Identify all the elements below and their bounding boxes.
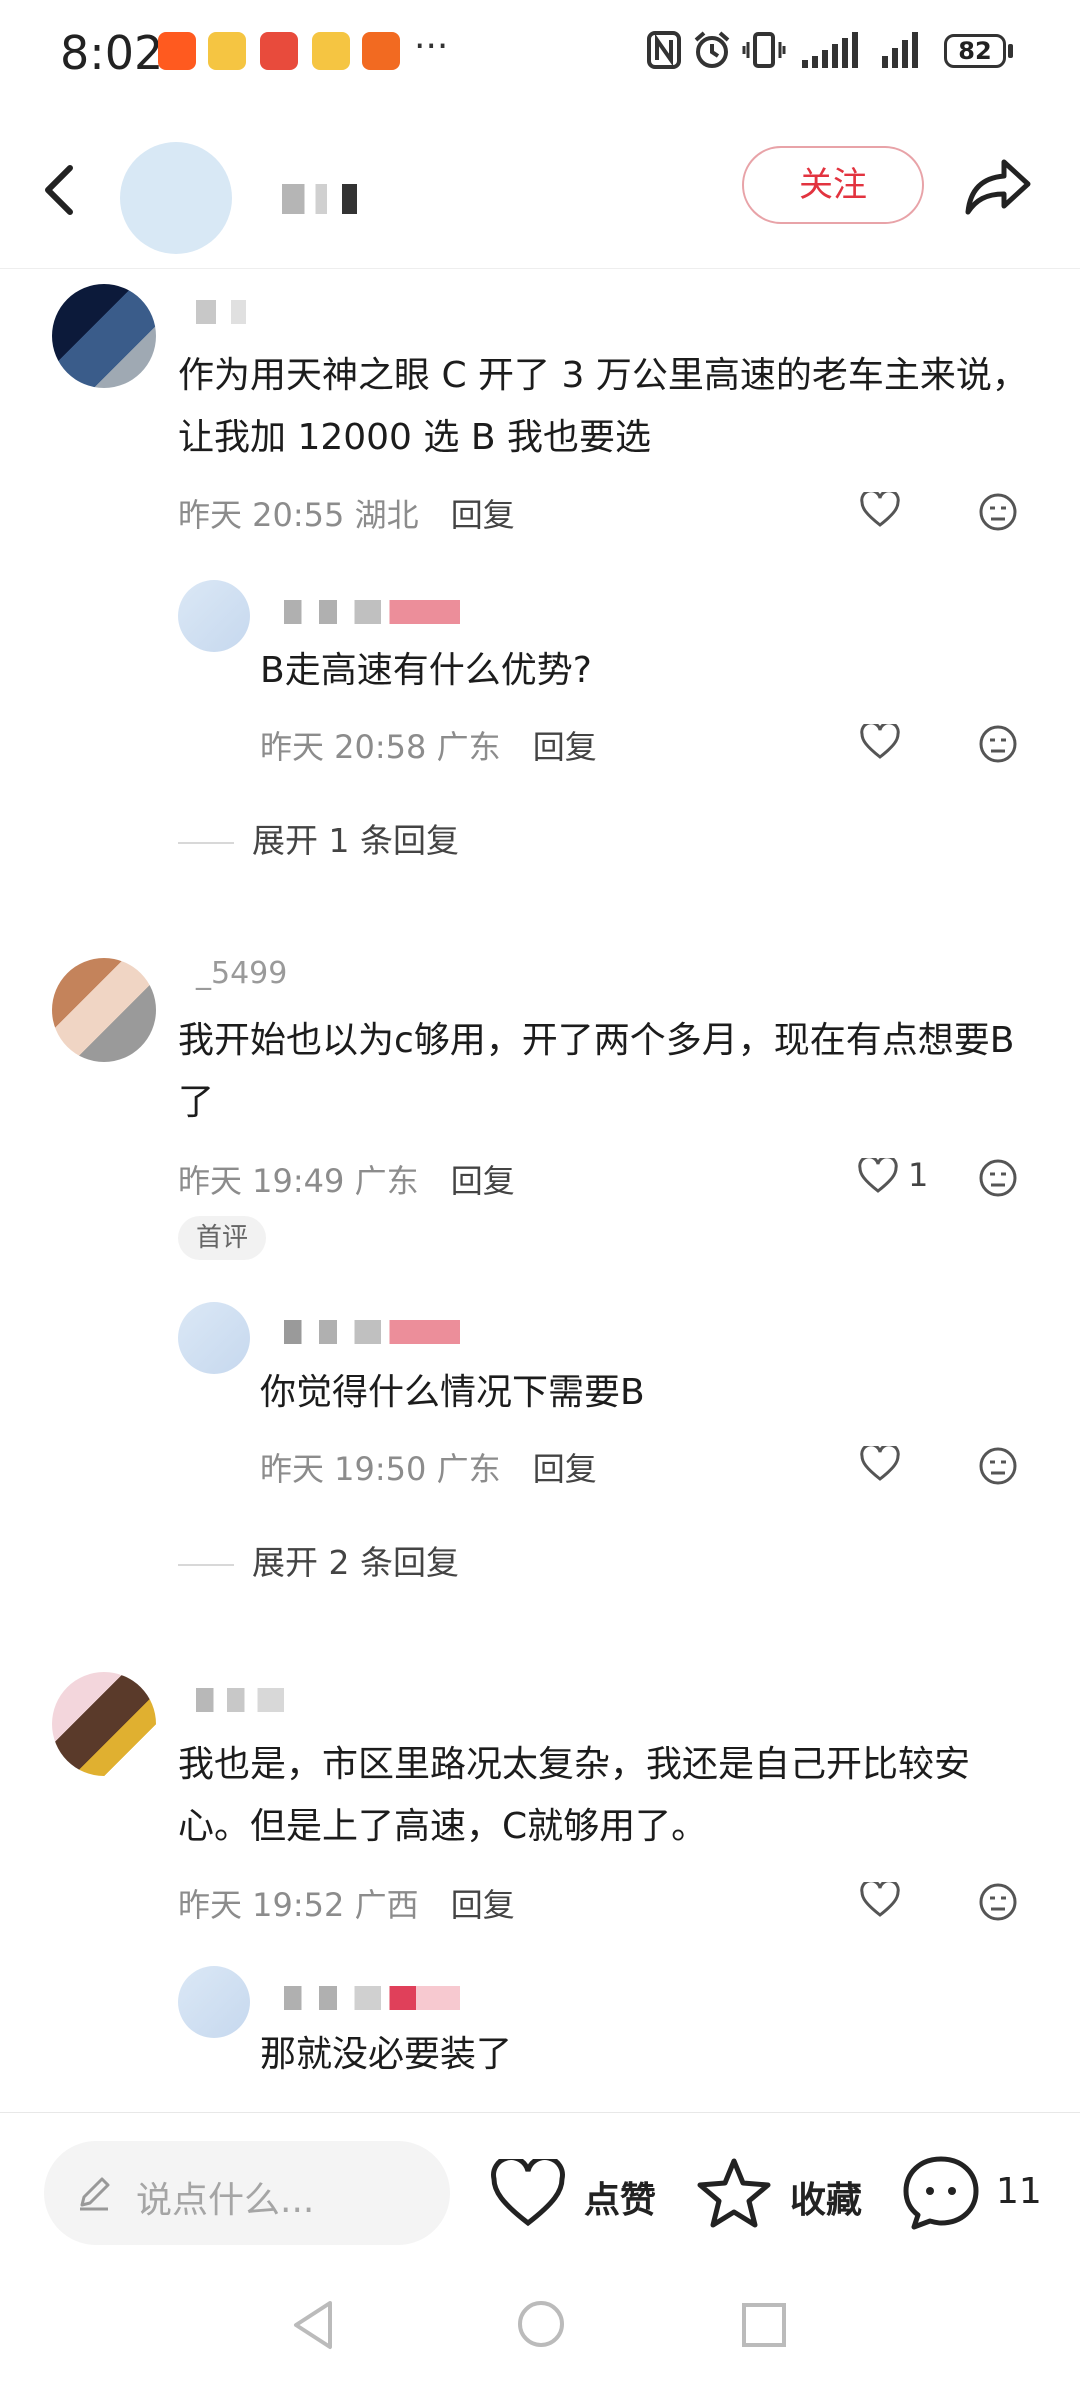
reply-name-redacted <box>284 600 460 624</box>
orange-app-icon <box>362 32 400 70</box>
commenter-avatar[interactable] <box>52 958 156 1062</box>
reply-name-redacted <box>284 1320 460 1344</box>
heart-icon[interactable] <box>860 1882 900 1918</box>
heart-icon[interactable] <box>490 2159 566 2229</box>
reply-button[interactable]: 回复 <box>451 1162 515 1200</box>
commenter-avatar[interactable] <box>52 1672 156 1776</box>
reply-button[interactable]: 回复 <box>451 496 515 534</box>
like-count: 1 <box>908 1156 929 1194</box>
comment-bubble-icon[interactable] <box>902 2155 980 2231</box>
reply-time: 昨天 19:50 <box>260 1450 427 1488</box>
battery-tip <box>1008 44 1013 58</box>
nav-recent-icon[interactable] <box>740 2301 788 2349</box>
comment-meta: 昨天 19:52 广西 回复 <box>178 1880 515 1926</box>
expand-replies-button[interactable]: 展开 1 条回复 <box>178 814 459 862</box>
nfc-icon <box>647 31 681 69</box>
heart-icon[interactable] <box>858 1158 898 1194</box>
reply-button[interactable]: 回复 <box>533 728 597 766</box>
dislike-face-icon[interactable] <box>978 492 1018 532</box>
comment-location: 广东 <box>354 1162 419 1200</box>
comment-meta: 昨天 19:49 广东 回复 <box>178 1156 515 1202</box>
news-app-icon <box>260 32 298 70</box>
reply-meta: 昨天 20:58 广东 回复 <box>260 722 597 768</box>
nav-back-icon[interactable] <box>290 2299 338 2351</box>
author-avatar[interactable] <box>120 142 232 254</box>
first-comment-badge: 首评 <box>178 1216 266 1260</box>
like-button-label[interactable]: 点赞 <box>584 2171 656 2223</box>
comment-time: 昨天 19:49 <box>178 1162 345 1200</box>
expand-replies-label: 展开 2 条回复 <box>252 1543 459 1582</box>
commenter-avatar[interactable] <box>52 284 156 388</box>
reply-avatar[interactable] <box>178 580 250 652</box>
reply-time: 昨天 20:58 <box>260 728 427 766</box>
dislike-face-icon[interactable] <box>978 1882 1018 1922</box>
signal-icon <box>802 32 858 68</box>
reply-avatar[interactable] <box>178 1302 250 1374</box>
comment-count: 11 <box>996 2171 1042 2212</box>
comment-text: 我开始也以为c够用，开了两个多月，现在有点想要B了 <box>178 1020 1015 1123</box>
signal-icon-2 <box>882 32 918 68</box>
reply-location: 广东 <box>436 728 501 766</box>
star-icon[interactable] <box>696 2157 772 2229</box>
weibo-app-icon-2 <box>312 32 350 70</box>
expand-replies-label: 展开 1 条回复 <box>252 821 459 860</box>
vibrate-icon <box>742 32 786 68</box>
comment-input-placeholder: 说点什么... <box>136 2180 315 2221</box>
reply-text: 那就没必要装了 <box>260 2034 513 2075</box>
comment-text: 作为用天神之眼 C 开了 3 万公里高速的老车主来说，让我加 12000 选 B… <box>178 355 1028 458</box>
reply-text: 你觉得什么情况下需要B <box>260 1372 645 1413</box>
battery-indicator: 82 <box>944 34 1006 68</box>
dislike-face-icon[interactable] <box>978 724 1018 764</box>
heart-icon[interactable] <box>860 492 900 528</box>
comment-location: 湖北 <box>354 496 419 534</box>
status-time: 8:02 <box>60 26 164 80</box>
share-icon[interactable] <box>964 156 1032 216</box>
collect-button-label[interactable]: 收藏 <box>790 2171 862 2223</box>
heart-icon[interactable] <box>860 1446 900 1482</box>
pencil-icon <box>80 2177 110 2211</box>
author-name-redacted <box>282 184 357 214</box>
taobao-app-icon <box>158 32 196 70</box>
commenter-name-partial: _5499 <box>196 956 288 991</box>
bottom-action-bar: 说点什么... 点赞 收藏 11 <box>0 2112 1080 2388</box>
reply-button[interactable]: 回复 <box>451 1886 515 1924</box>
reply-name-redacted <box>284 1986 460 2010</box>
comment-input[interactable]: 说点什么... <box>44 2141 450 2245</box>
back-icon[interactable] <box>40 162 80 218</box>
reply-avatar[interactable] <box>178 1966 250 2038</box>
alarm-icon <box>694 31 730 68</box>
reply-location: 广东 <box>436 1450 501 1488</box>
nav-home-icon[interactable] <box>516 2299 566 2349</box>
commenter-name-redacted <box>196 300 246 324</box>
status-bar: 8:02 ··· 82 <box>0 0 1080 110</box>
comment-location: 广西 <box>354 1886 419 1924</box>
dislike-face-icon[interactable] <box>978 1446 1018 1486</box>
commenter-name-redacted <box>196 1688 284 1712</box>
reply-meta: 昨天 19:50 广东 回复 <box>260 1444 597 1490</box>
reply-button[interactable]: 回复 <box>533 1450 597 1488</box>
comment-text: 我也是，市区里路况太复杂，我还是自己开比较安心。但是上了高速，C就够用了。 <box>178 1744 971 1847</box>
reply-text: B走高速有什么优势? <box>260 650 592 691</box>
dislike-face-icon[interactable] <box>978 1158 1018 1198</box>
comment-meta: 昨天 20:55 湖北 回复 <box>178 490 515 536</box>
follow-button[interactable]: 关注 <box>742 146 924 224</box>
comment-time: 昨天 19:52 <box>178 1886 345 1924</box>
header: 关注 <box>0 110 1080 269</box>
more-notifications-icon: ··· <box>414 26 449 67</box>
heart-icon[interactable] <box>860 724 900 760</box>
expand-replies-button[interactable]: 展开 2 条回复 <box>178 1536 459 1584</box>
weibo-app-icon <box>208 32 246 70</box>
comment-time: 昨天 20:55 <box>178 496 345 534</box>
